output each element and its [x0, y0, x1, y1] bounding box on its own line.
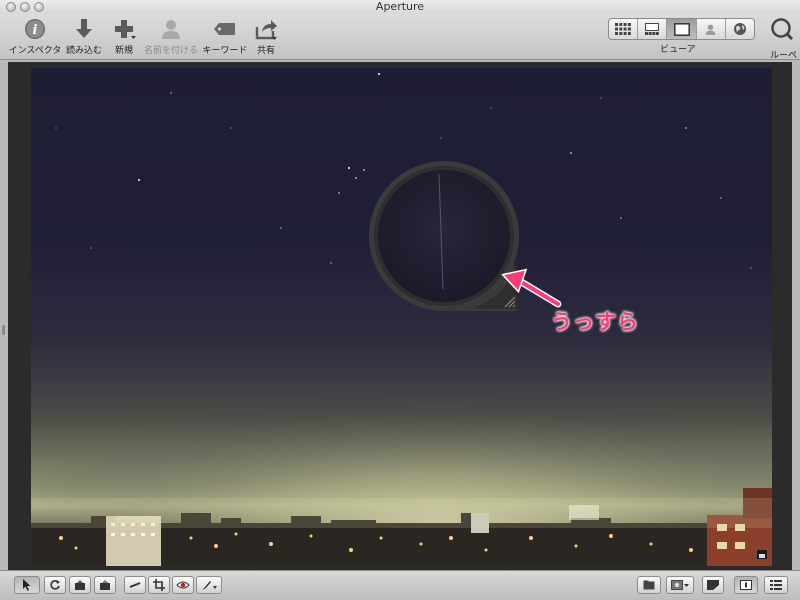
places-mode-button[interactable]: [726, 19, 754, 39]
zoom-window-button[interactable]: [34, 2, 44, 12]
brush-tool-button[interactable]: [196, 576, 222, 594]
stamp-tool-button[interactable]: [94, 576, 116, 594]
viewer-label: ビューア: [660, 45, 696, 55]
person-icon: [162, 20, 180, 39]
crop-tool-button[interactable]: [148, 576, 170, 594]
loupe-overlay[interactable]: [367, 159, 521, 317]
quick-preview-button[interactable]: [666, 576, 694, 594]
filmstrip-view-icon: [645, 23, 660, 35]
preview-icon: [671, 580, 689, 590]
window-title: Aperture: [375, 0, 425, 13]
loupe-label: ルーペ: [770, 51, 798, 61]
split-view-button[interactable]: [638, 19, 668, 39]
night-sky-photo: [31, 73, 772, 566]
folder-icon: [643, 580, 655, 590]
name-faces-label: 名前を付ける: [143, 46, 198, 56]
grid-view-icon: [615, 23, 631, 35]
download-arrow-icon: [76, 19, 92, 38]
plus-icon: [115, 20, 136, 39]
select-tool-button[interactable]: [14, 576, 40, 594]
red-eye-tool-button[interactable]: [172, 576, 194, 594]
bottom-toolbar: [0, 570, 800, 600]
brush-icon: [202, 581, 217, 590]
eye-icon: [176, 581, 190, 589]
show-browser-button[interactable]: [637, 576, 661, 594]
pointer-icon: [23, 579, 31, 591]
straighten-icon: [129, 582, 141, 588]
tag-icon: [214, 23, 235, 35]
viewer-mode-button[interactable]: [667, 19, 697, 39]
photo-badge-icon[interactable]: [756, 549, 768, 560]
primary-only-button[interactable]: [734, 576, 758, 594]
single-frame-icon: [740, 580, 752, 590]
rotate-tool-button[interactable]: [44, 576, 66, 594]
share-icon: [255, 20, 277, 40]
close-window-button[interactable]: [6, 2, 16, 12]
share-button[interactable]: 共有: [236, 17, 296, 56]
crop-icon: [153, 579, 165, 591]
faces-icon: [705, 24, 716, 35]
main-toolbar: i インスペクタ 読み込む 新規 名前を付ける キーワード 共有 ビューア ルー…: [0, 14, 800, 61]
faces-mode-button[interactable]: [697, 19, 726, 39]
stamp-icon: [100, 580, 110, 590]
viewer-only-icon: [673, 22, 690, 36]
metadata-icon: [707, 580, 719, 590]
info-icon: i: [25, 19, 45, 39]
minimize-window-button[interactable]: [20, 2, 30, 12]
split-resize-handle[interactable]: [2, 325, 5, 335]
loupe-button[interactable]: ルーペ: [770, 17, 800, 61]
browser-mode-button[interactable]: [609, 19, 639, 39]
show-metadata-button[interactable]: [702, 576, 724, 594]
list-icon: [770, 580, 782, 590]
straighten-tool-button[interactable]: [124, 576, 146, 594]
annotation-label: うっすら: [551, 310, 639, 334]
lift-icon: [75, 580, 85, 590]
rotate-icon: [50, 580, 60, 590]
viewer-mode-control: [608, 18, 755, 40]
share-label: 共有: [256, 46, 275, 56]
title-bar: Aperture: [0, 0, 800, 14]
photo-view[interactable]: [31, 68, 772, 566]
lift-tool-button[interactable]: [69, 576, 91, 594]
svg-text:i: i: [33, 23, 38, 38]
name-faces-button[interactable]: 名前を付ける: [141, 17, 201, 56]
loupe-icon: [771, 18, 794, 41]
places-icon: [733, 23, 746, 35]
list-view-button[interactable]: [764, 576, 788, 594]
